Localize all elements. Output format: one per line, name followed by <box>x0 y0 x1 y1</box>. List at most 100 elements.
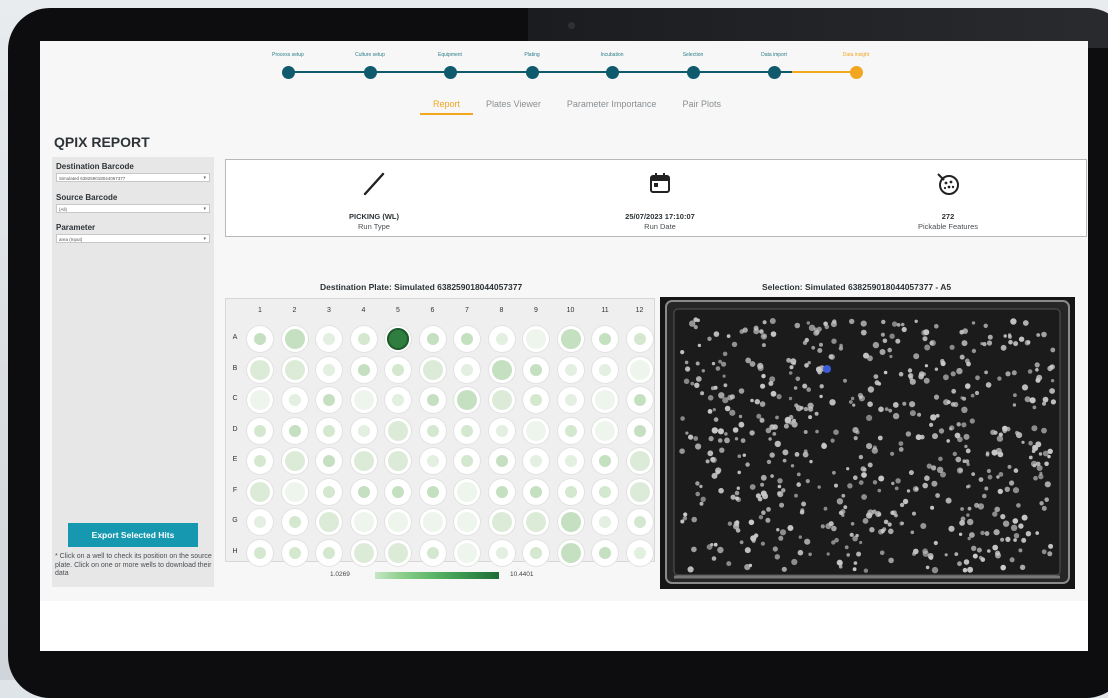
step-data-import[interactable]: Data import <box>734 51 814 79</box>
well-C1[interactable] <box>247 387 273 413</box>
export-selected-hits-button[interactable]: Export Selected Hits <box>68 523 198 547</box>
well-B4[interactable] <box>350 356 377 383</box>
well-B9[interactable] <box>523 356 549 383</box>
well-F2[interactable] <box>281 478 308 505</box>
well-E2[interactable] <box>281 448 308 474</box>
well-H11[interactable] <box>592 539 618 566</box>
well-G8[interactable] <box>488 509 515 535</box>
well-D9[interactable] <box>523 417 549 444</box>
well-F3[interactable] <box>316 478 342 505</box>
well-D7[interactable] <box>454 417 480 444</box>
well-H7[interactable] <box>454 539 480 566</box>
well-E5[interactable] <box>385 448 411 474</box>
well-A5[interactable] <box>385 326 411 352</box>
well-F4[interactable] <box>350 478 377 505</box>
well-D2[interactable] <box>281 417 308 444</box>
well-B7[interactable] <box>454 356 480 383</box>
well-A11[interactable] <box>592 326 618 352</box>
tab-report[interactable]: Report <box>420 97 474 115</box>
well-B3[interactable] <box>316 356 342 383</box>
well-A9[interactable] <box>523 326 549 352</box>
tab-parameter-importance[interactable]: Parameter Importance <box>554 97 670 113</box>
well-H1[interactable] <box>247 539 273 566</box>
well-B12[interactable] <box>626 356 653 383</box>
well-B5[interactable] <box>385 356 411 383</box>
well-G2[interactable] <box>281 509 308 535</box>
well-H4[interactable] <box>350 539 377 566</box>
well-H6[interactable] <box>419 539 446 566</box>
well-H8[interactable] <box>488 539 515 566</box>
well-H2[interactable] <box>281 539 308 566</box>
well-H5[interactable] <box>385 539 411 566</box>
well-C8[interactable] <box>488 387 515 413</box>
well-G3[interactable] <box>316 509 342 535</box>
well-B10[interactable] <box>557 356 584 383</box>
well-F11[interactable] <box>592 478 618 505</box>
well-C9[interactable] <box>523 387 549 413</box>
well-E1[interactable] <box>247 448 273 474</box>
well-E12[interactable] <box>626 448 653 474</box>
well-C2[interactable] <box>281 387 308 413</box>
well-F5[interactable] <box>385 478 411 505</box>
well-A6[interactable] <box>419 326 446 352</box>
well-F10[interactable] <box>557 478 584 505</box>
source-plate-image[interactable] <box>660 297 1075 589</box>
well-F12[interactable] <box>626 478 653 505</box>
step-incubation[interactable]: Incubation <box>572 51 652 79</box>
well-C4[interactable] <box>350 387 377 413</box>
well-C10[interactable] <box>557 387 584 413</box>
well-D5[interactable] <box>385 417 411 444</box>
well-E9[interactable] <box>523 448 549 474</box>
well-G10[interactable] <box>557 509 584 535</box>
well-E7[interactable] <box>454 448 480 474</box>
well-A4[interactable] <box>350 326 377 352</box>
well-E8[interactable] <box>488 448 515 474</box>
well-A2[interactable] <box>281 326 308 352</box>
tab-plates-viewer[interactable]: Plates Viewer <box>473 97 554 113</box>
well-E6[interactable] <box>419 448 446 474</box>
tab-pair-plots[interactable]: Pair Plots <box>669 97 734 113</box>
well-A12[interactable] <box>626 326 653 352</box>
well-D12[interactable] <box>626 417 653 444</box>
well-D11[interactable] <box>592 417 618 444</box>
well-C3[interactable] <box>316 387 342 413</box>
source-barcode-select[interactable]: (All) ▾ <box>56 204 210 213</box>
well-E4[interactable] <box>350 448 377 474</box>
well-D8[interactable] <box>488 417 515 444</box>
well-B8[interactable] <box>488 356 515 383</box>
well-F6[interactable] <box>419 478 446 505</box>
well-F1[interactable] <box>247 478 273 505</box>
parameter-select[interactable]: area (Input) ▾ <box>56 234 210 243</box>
step-plating[interactable]: Plating <box>492 51 572 79</box>
well-B1[interactable] <box>247 356 273 383</box>
well-E11[interactable] <box>592 448 618 474</box>
well-G9[interactable] <box>523 509 549 535</box>
well-A10[interactable] <box>557 326 584 352</box>
well-G7[interactable] <box>454 509 480 535</box>
step-process-setup[interactable]: Process setup <box>248 51 328 79</box>
well-H10[interactable] <box>557 539 584 566</box>
well-C12[interactable] <box>626 387 653 413</box>
well-D4[interactable] <box>350 417 377 444</box>
well-G6[interactable] <box>419 509 446 535</box>
well-D3[interactable] <box>316 417 342 444</box>
well-C11[interactable] <box>592 387 618 413</box>
well-D10[interactable] <box>557 417 584 444</box>
well-G4[interactable] <box>350 509 377 535</box>
well-G11[interactable] <box>592 509 618 535</box>
step-culture-setup[interactable]: Culture setup <box>330 51 410 79</box>
well-D6[interactable] <box>419 417 446 444</box>
well-B6[interactable] <box>419 356 446 383</box>
step-equipment[interactable]: Equipment <box>410 51 490 79</box>
well-E3[interactable] <box>316 448 342 474</box>
well-A7[interactable] <box>454 326 480 352</box>
well-A3[interactable] <box>316 326 342 352</box>
well-B2[interactable] <box>281 356 308 383</box>
well-B11[interactable] <box>592 356 618 383</box>
well-A8[interactable] <box>488 326 515 352</box>
destination-barcode-select[interactable]: Simulated 638259018044057377 ▾ <box>56 173 210 182</box>
well-A1[interactable] <box>247 326 273 352</box>
step-data-insight[interactable]: Data insight <box>816 51 896 79</box>
well-F7[interactable] <box>454 478 480 505</box>
well-F9[interactable] <box>523 478 549 505</box>
